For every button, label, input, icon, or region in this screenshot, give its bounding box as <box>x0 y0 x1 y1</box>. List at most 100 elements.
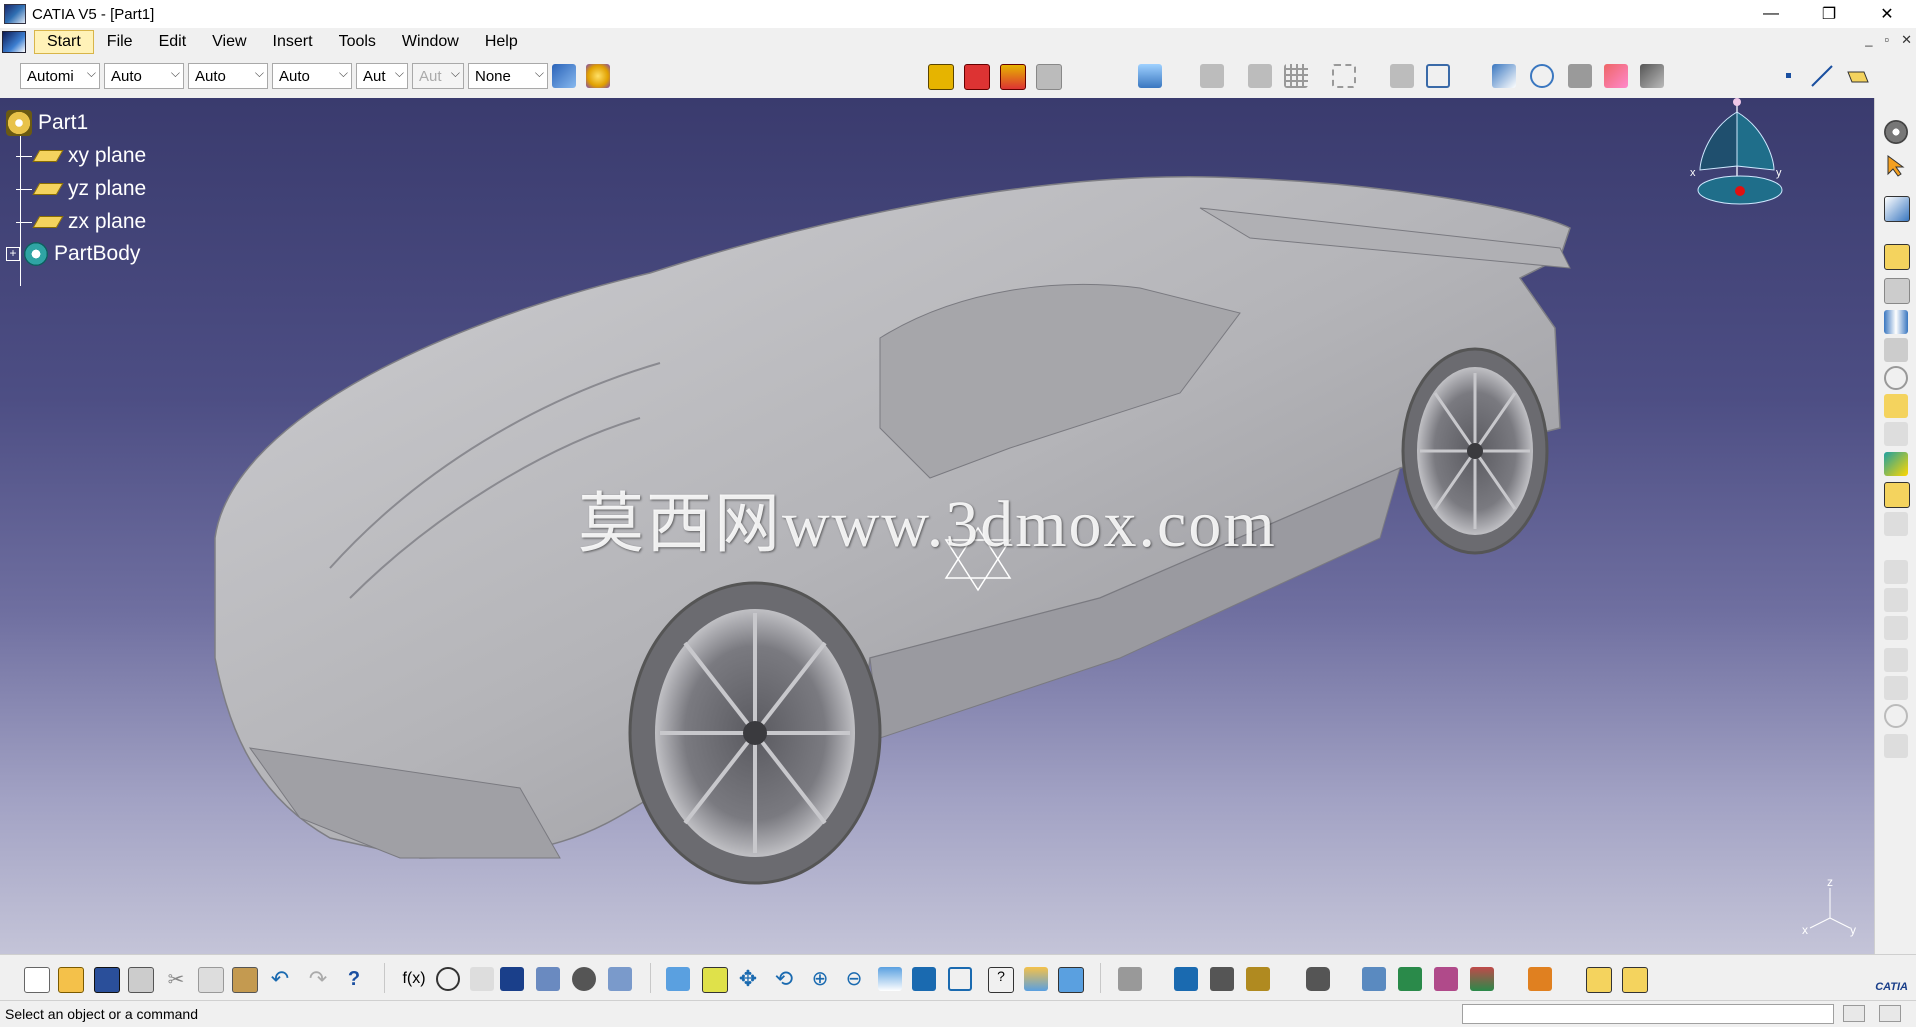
minimize-button[interactable]: — <box>1742 0 1800 28</box>
fly-mode-icon[interactable] <box>666 967 690 991</box>
catia-logo[interactable]: CATIA <box>1858 963 1908 997</box>
draft-analysis-icon[interactable] <box>1470 967 1494 991</box>
menu-tools[interactable]: Tools <box>326 33 389 51</box>
doc-restore-button[interactable]: ▫ <box>1884 32 1889 48</box>
render-style-4-icon[interactable] <box>1036 64 1062 90</box>
normal-view-icon[interactable] <box>878 967 902 991</box>
thread-icon[interactable] <box>1884 676 1908 700</box>
shading-icon[interactable] <box>1024 967 1048 991</box>
table-icon[interactable] <box>1426 64 1450 88</box>
rib-icon[interactable] <box>1884 394 1908 418</box>
render-style-1-icon[interactable] <box>928 64 954 90</box>
fit-all-icon[interactable] <box>1332 64 1356 88</box>
select-arrow-icon[interactable] <box>1884 154 1908 178</box>
shaft-icon[interactable] <box>1884 310 1908 334</box>
undo-icon[interactable]: ↶ <box>268 967 292 991</box>
pan-icon[interactable]: ✥ <box>736 967 760 991</box>
arrow-leader-icon[interactable] <box>1530 64 1554 88</box>
hide-show-icon[interactable] <box>1568 64 1592 88</box>
menu-window[interactable]: Window <box>389 33 472 51</box>
restore-button[interactable]: ❐ <box>1800 0 1858 28</box>
menu-file[interactable]: File <box>94 33 146 51</box>
isometric-view-icon[interactable] <box>948 967 972 991</box>
mirror-icon[interactable] <box>1248 64 1272 88</box>
menu-insert[interactable]: Insert <box>260 33 326 51</box>
measure-item-icon[interactable] <box>1246 967 1270 991</box>
point-symbol-combo[interactable]: Aut ⌵ <box>356 63 408 89</box>
line-type-combo[interactable]: Auto ⌵ <box>272 63 352 89</box>
shell-icon[interactable] <box>1884 616 1908 640</box>
layer-combo[interactable]: None ⌵ <box>468 63 548 89</box>
copy-icon[interactable] <box>198 967 224 993</box>
loft-icon[interactable] <box>1884 482 1910 508</box>
doc-minimize-button[interactable]: _ <box>1865 32 1872 48</box>
redo-icon[interactable]: ↷ <box>306 967 330 991</box>
comment-icon[interactable] <box>436 967 460 991</box>
scan-icon[interactable] <box>608 967 632 991</box>
pad-icon[interactable] <box>1884 244 1910 270</box>
painter-icon[interactable] <box>552 64 576 88</box>
knowledge-icon[interactable] <box>470 967 494 991</box>
line-thickness-combo[interactable]: Auto ⌵ <box>188 63 268 89</box>
sketch-analysis-icon[interactable] <box>1434 967 1458 991</box>
parameters-icon[interactable] <box>536 967 560 991</box>
sketch-icon[interactable] <box>1884 196 1910 222</box>
status-button-2[interactable] <box>1879 1005 1901 1022</box>
table-icon[interactable] <box>500 967 524 991</box>
gear-settings-icon[interactable] <box>1884 120 1908 144</box>
view-mode-icon[interactable]: ? <box>988 967 1014 993</box>
measure-between-icon[interactable] <box>1210 967 1234 991</box>
save-icon[interactable] <box>94 967 120 993</box>
compass-icon[interactable]: x y <box>1680 98 1790 258</box>
fillet-icon[interactable] <box>1884 512 1908 536</box>
cut-icon[interactable]: ✂ <box>164 967 188 991</box>
doc-close-button[interactable]: ✕ <box>1901 32 1912 48</box>
line-icon[interactable] <box>1810 64 1834 88</box>
multi-view-icon[interactable] <box>912 967 936 991</box>
zoom-in-icon[interactable]: ⊕ <box>808 967 832 991</box>
apply-material-icon[interactable] <box>1174 967 1198 991</box>
remove-face-icon[interactable] <box>1884 704 1908 728</box>
layers-icon[interactable] <box>1528 967 1552 991</box>
document-icon[interactable] <box>2 31 26 53</box>
stiffener-icon[interactable] <box>1884 452 1908 476</box>
formula-icon[interactable]: f(x) <box>402 967 426 991</box>
hole-icon[interactable] <box>1884 366 1908 390</box>
new-icon[interactable] <box>24 967 50 993</box>
draft-icon[interactable] <box>1884 588 1908 612</box>
layer-icon[interactable] <box>1138 64 1162 88</box>
rotate-icon[interactable]: ⟲ <box>772 967 796 991</box>
render-icon[interactable] <box>1362 967 1386 991</box>
close-button[interactable]: ✕ <box>1858 0 1916 28</box>
thickness-icon[interactable] <box>1884 648 1908 672</box>
menu-edit[interactable]: Edit <box>146 33 200 51</box>
analysis-icon[interactable] <box>1398 967 1422 991</box>
zoom-out-icon[interactable]: ⊖ <box>842 967 866 991</box>
workbench-icon[interactable] <box>1622 967 1648 993</box>
print-icon[interactable] <box>128 967 154 993</box>
open-icon[interactable] <box>58 967 84 993</box>
tools-icon[interactable] <box>1586 967 1612 993</box>
swap-view-icon[interactable] <box>1200 64 1224 88</box>
render-style-2-icon[interactable] <box>964 64 990 90</box>
fit-all-icon[interactable] <box>702 967 728 993</box>
replace-face-icon[interactable] <box>1884 734 1908 758</box>
catalog-icon[interactable] <box>572 967 596 991</box>
pocket-icon[interactable] <box>1884 278 1910 304</box>
menu-help[interactable]: Help <box>472 33 531 51</box>
swap-visible-icon[interactable] <box>1118 967 1142 991</box>
command-input[interactable] <box>1462 1004 1834 1024</box>
color-wand-icon[interactable] <box>586 64 610 88</box>
chamfer-icon[interactable] <box>1884 560 1908 584</box>
3d-viewport[interactable]: Part1 xy plane yz plane zx plane + PartB… <box>0 98 1874 954</box>
capture-icon[interactable] <box>1306 967 1330 991</box>
grid-icon[interactable] <box>1284 64 1308 88</box>
text-abc-icon[interactable] <box>1492 64 1516 88</box>
color-combo[interactable]: Automi ⌵ <box>20 63 100 89</box>
material-icon[interactable] <box>1604 64 1628 88</box>
duplicate-icon[interactable] <box>1390 64 1414 88</box>
whats-this-icon[interactable]: ? <box>342 967 366 991</box>
status-button-1[interactable] <box>1843 1005 1865 1022</box>
groove-icon[interactable] <box>1884 338 1908 362</box>
render-style-3-icon[interactable] <box>1000 64 1026 90</box>
